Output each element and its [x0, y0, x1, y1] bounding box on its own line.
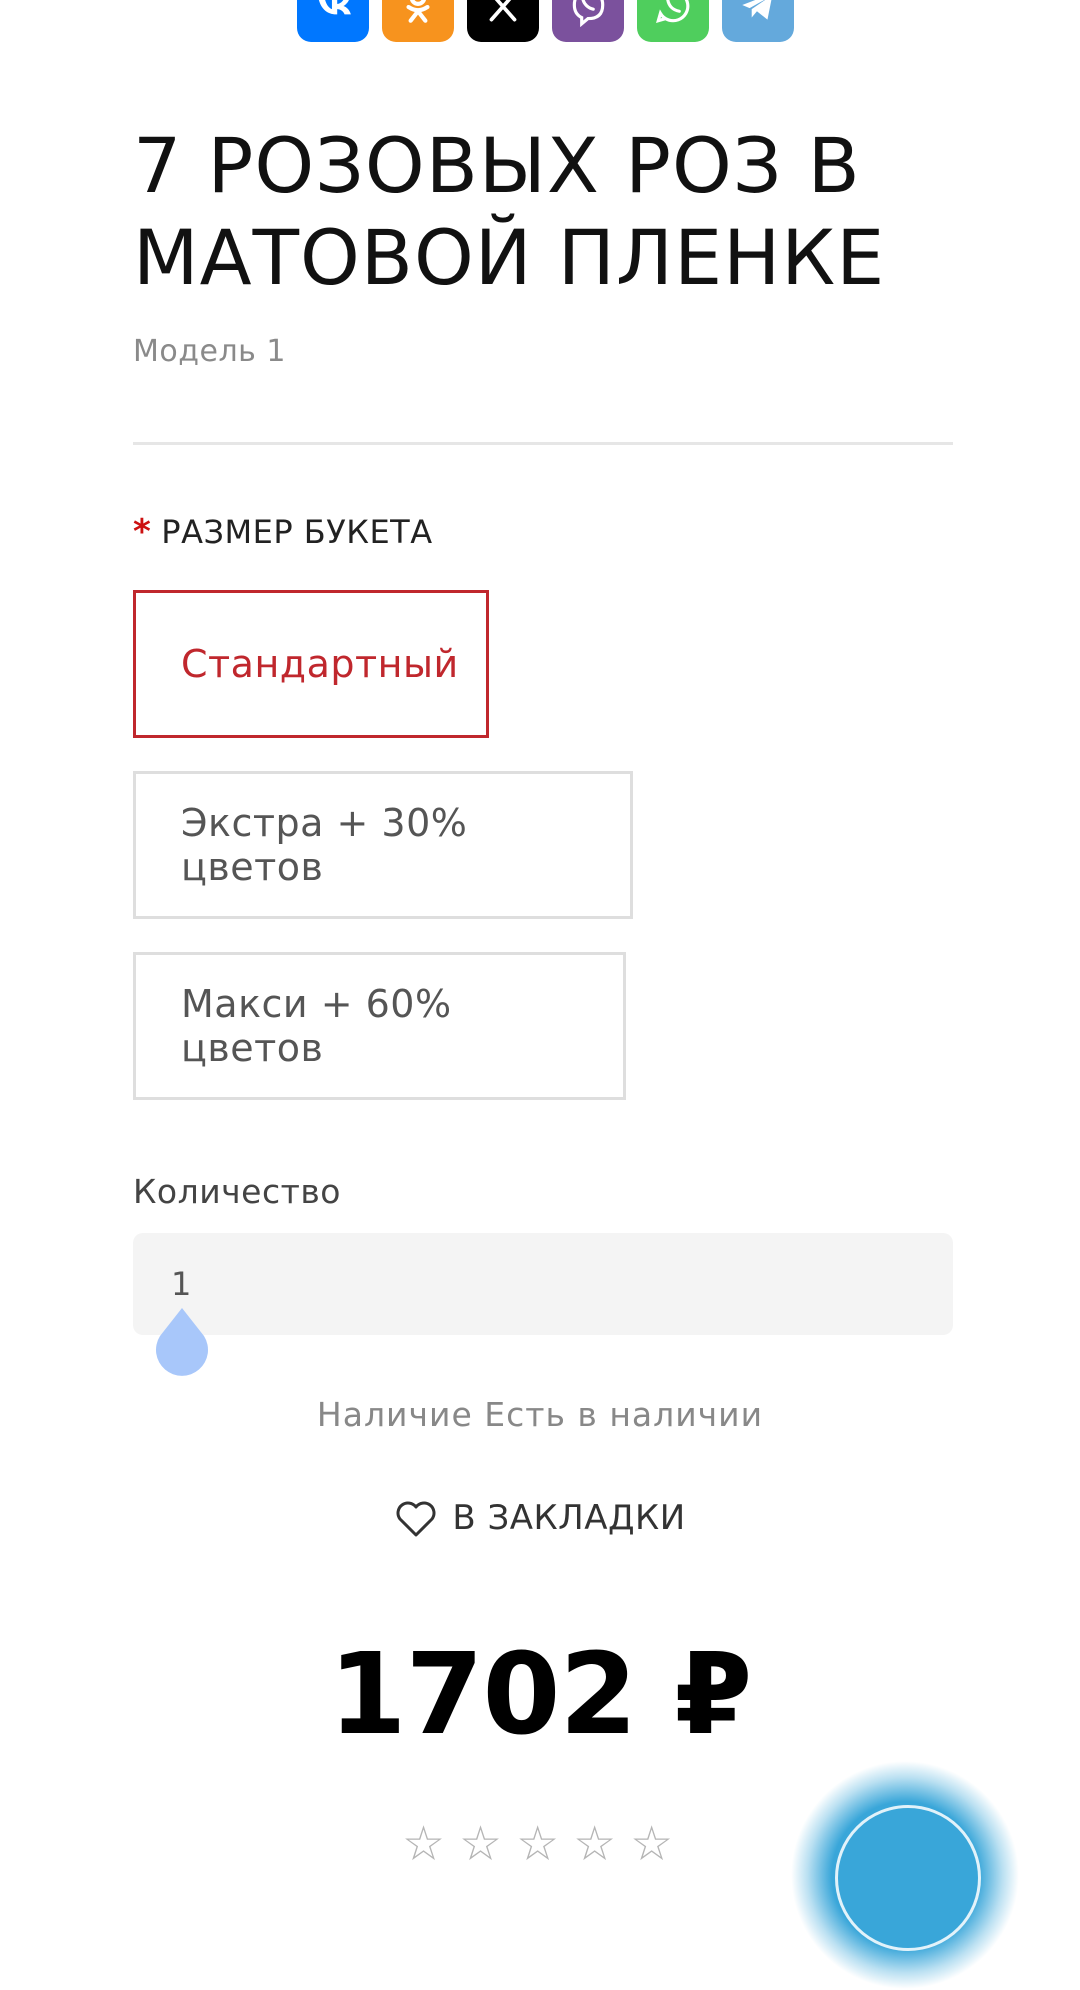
size-option-extra[interactable]: Экстра + 30% цветов	[133, 771, 633, 919]
whatsapp-share-button[interactable]	[637, 0, 709, 42]
x-share-button[interactable]	[467, 0, 539, 42]
required-mark: *	[133, 512, 152, 552]
odnoklassniki-icon	[406, 0, 430, 23]
add-to-wishlist-button[interactable]: В ЗАКЛАДКИ	[0, 1498, 1080, 1538]
share-buttons	[297, 0, 794, 42]
viber-share-button[interactable]	[552, 0, 624, 42]
quantity-input[interactable]	[133, 1233, 953, 1335]
product-title: 7 РОЗОВЫХ РОЗ В МАТОВОЙ ПЛЕНКЕ	[133, 121, 886, 302]
telegram-share-button[interactable]	[722, 0, 794, 42]
x-icon	[489, 0, 517, 22]
size-option-maxi[interactable]: Макси + 60% цветов	[133, 952, 626, 1100]
chat-icon	[835, 1805, 981, 1951]
whatsapp-icon	[656, 0, 690, 23]
divider	[133, 442, 953, 445]
vk-icon	[318, 0, 351, 15]
product-price: 1702 ₽	[328, 1630, 753, 1760]
heart-icon	[396, 1501, 436, 1537]
star-icon: ☆	[630, 1816, 674, 1872]
chat-widget-button[interactable]	[790, 1760, 1020, 1990]
stock-status: Наличие Есть в наличии	[316, 1395, 764, 1434]
product-model: Модель 1	[133, 334, 286, 369]
rating-stars: ☆ ☆ ☆ ☆ ☆	[402, 1820, 673, 1868]
viber-icon	[572, 0, 605, 27]
size-option-standard[interactable]: Стандартный	[133, 590, 489, 738]
star-icon: ☆	[573, 1816, 617, 1872]
star-icon: ☆	[459, 1816, 503, 1872]
bouquet-size-label: * РАЗМЕР БУКЕТА	[133, 512, 433, 552]
odnoklassniki-share-button[interactable]	[382, 0, 454, 42]
star-icon: ☆	[516, 1816, 560, 1872]
vk-share-button[interactable]	[297, 0, 369, 42]
text-selection-handle[interactable]	[152, 1306, 212, 1378]
bouquet-size-label-text: РАЗМЕР БУКЕТА	[161, 513, 433, 551]
telegram-icon	[742, 0, 772, 20]
quantity-label: Количество	[133, 1172, 341, 1211]
wishlist-label: В ЗАКЛАДКИ	[452, 1498, 686, 1538]
star-icon: ☆	[402, 1816, 446, 1872]
